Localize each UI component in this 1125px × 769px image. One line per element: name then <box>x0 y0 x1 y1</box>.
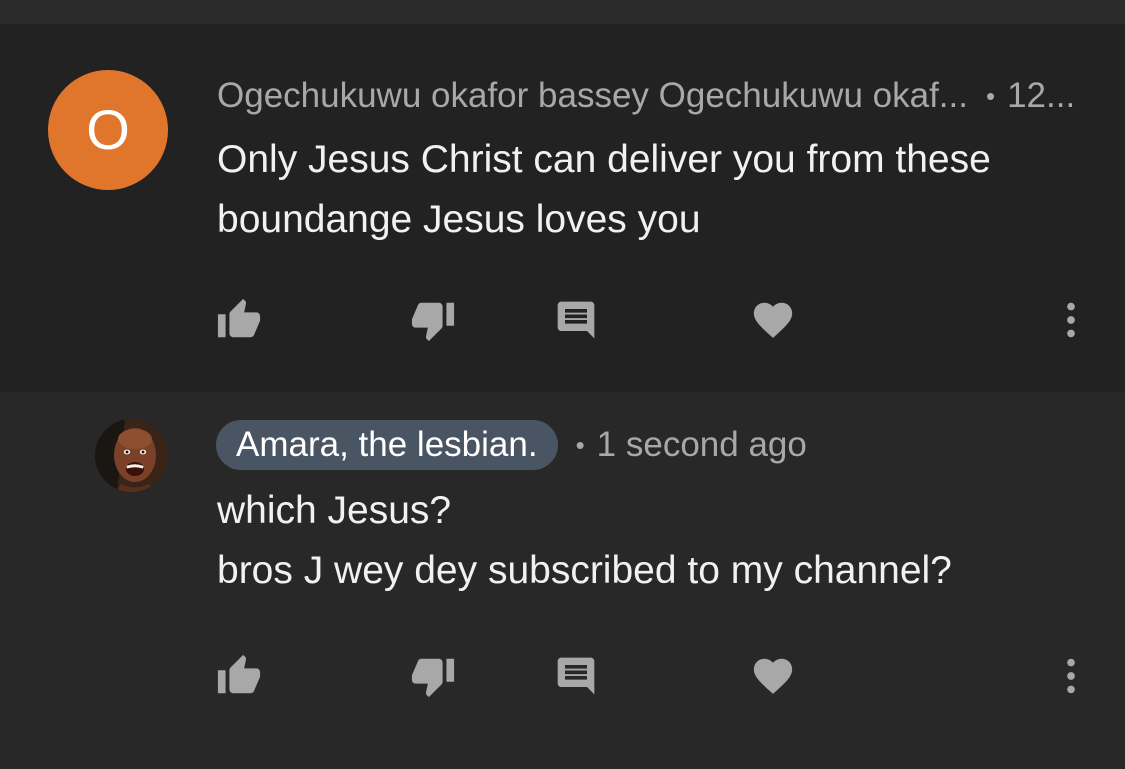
thumbs-down-icon <box>411 658 455 698</box>
dislike-button[interactable] <box>403 290 463 350</box>
reply-button[interactable] <box>546 646 606 706</box>
thumbs-up-icon <box>217 298 261 338</box>
dislike-button[interactable] <box>403 646 463 706</box>
reply-icon <box>557 301 595 339</box>
comment-line: boundange Jesus loves you <box>217 198 701 241</box>
comment-text: which Jesus? bros J wey dey subscribed t… <box>217 481 952 601</box>
timestamp[interactable]: 1 second ago <box>597 425 807 465</box>
reply-icon <box>557 657 595 695</box>
comment-actions <box>0 290 1125 350</box>
separator-dot: • <box>985 80 996 111</box>
more-options-button[interactable] <box>1041 646 1101 706</box>
more-vert-icon <box>1067 658 1075 694</box>
heart-button[interactable] <box>743 646 803 706</box>
timestamp[interactable]: 12... <box>1007 76 1075 116</box>
comment-header: Ogechukuwu okafor bassey Ogechukuwu okaf… <box>217 72 1075 120</box>
thumbs-up-icon <box>217 654 261 694</box>
heart-icon <box>753 658 793 694</box>
author-name[interactable]: Ogechukuwu okafor bassey Ogechukuwu okaf… <box>217 76 968 116</box>
comment-text: Only Jesus Christ can deliver you from t… <box>217 130 991 250</box>
like-button[interactable] <box>209 290 269 350</box>
heart-button[interactable] <box>743 290 803 350</box>
reply-button[interactable] <box>546 290 606 350</box>
thumbs-down-icon <box>411 302 455 342</box>
comment-line: which Jesus? <box>217 489 452 532</box>
comment-line: bros J wey dey subscribed to my channel? <box>217 549 952 592</box>
more-vert-icon <box>1067 302 1075 338</box>
more-options-button[interactable] <box>1041 290 1101 350</box>
comment-header: Amara, the lesbian. • 1 second ago <box>216 420 807 470</box>
heart-icon <box>753 302 793 338</box>
comment-actions <box>0 646 1125 706</box>
author-chip[interactable]: Amara, the lesbian. <box>216 420 558 470</box>
avatar[interactable]: O <box>48 70 168 190</box>
avatar[interactable] <box>95 419 168 492</box>
comment-line: Only Jesus Christ can deliver you from t… <box>217 138 991 181</box>
reply-comment: Amara, the lesbian. • 1 second ago which… <box>0 392 1125 769</box>
separator-dot: • <box>575 429 585 460</box>
top-strip <box>0 0 1125 24</box>
profile-photo-icon <box>95 419 168 492</box>
comment: O Ogechukuwu okafor bassey Ogechukuwu ok… <box>0 24 1125 392</box>
like-button[interactable] <box>209 646 269 706</box>
